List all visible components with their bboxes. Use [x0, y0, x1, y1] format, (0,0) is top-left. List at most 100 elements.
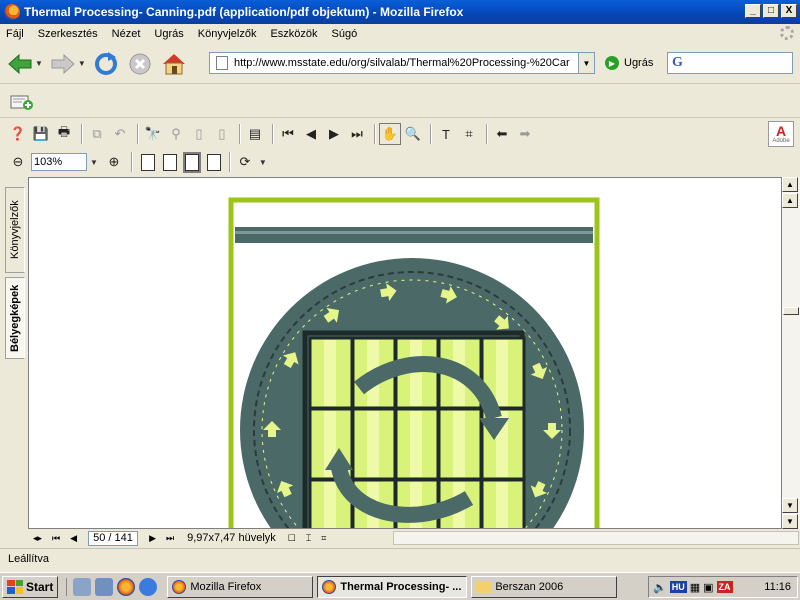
go-icon: ▶ [605, 56, 619, 70]
last-page-icon[interactable]: ⏭ [347, 124, 367, 144]
go-forward-view-icon[interactable]: ➡ [515, 124, 535, 144]
save-icon[interactable]: 💾 [31, 124, 51, 144]
task-thermal-processing[interactable]: Thermal Processing- ... [317, 575, 468, 598]
copy-icon[interactable]: ⧉ [87, 124, 107, 144]
firefox-quicklaunch-icon[interactable] [117, 577, 136, 596]
vertical-scrollbar[interactable]: ▲ ▲ ▼ ▼ [782, 177, 800, 529]
status-prev-page-icon[interactable]: ◀ [70, 533, 77, 544]
monitor-icon[interactable]: ▣ [703, 581, 713, 594]
adobe-a-icon: A [775, 123, 787, 139]
menu-go[interactable]: Ugrás [154, 28, 183, 40]
page-size-label: 9,97x7,47 hüvelyk [187, 532, 276, 544]
start-button[interactable]: Start [2, 575, 59, 598]
continuous-icon[interactable]: ⌶ [306, 533, 311, 544]
reload-button[interactable] [92, 50, 120, 78]
zoom-out-icon[interactable]: ⊖ [8, 152, 28, 172]
status-next-page-icon[interactable]: ▶ [149, 533, 156, 544]
status-bar: Leállítva [0, 548, 800, 568]
horizontal-scrollbar[interactable] [393, 531, 799, 545]
page-number-input[interactable]: 50 / 141 [88, 530, 139, 546]
pdf-toolbar: ❓ 💾 🖶 ⧉ ↶ 🔭 ⚲ ▯ ▯ ▤ ⏮ ◀ ▶ ⏭ ✋ 🔍 T ⌗ ⬅ ➡ … [0, 120, 800, 148]
url-input[interactable] [234, 57, 574, 69]
close-button[interactable]: X [781, 4, 797, 18]
forward-button[interactable] [49, 50, 77, 78]
fit-page-icon[interactable] [162, 153, 177, 171]
text-select-icon[interactable]: T [436, 124, 456, 144]
show-panel-icon[interactable]: ▤ [245, 124, 265, 144]
stop-button[interactable] [126, 50, 154, 78]
single-page-icon[interactable]: ☐ [288, 533, 296, 544]
zoom-tool-icon[interactable]: 🔍 [403, 124, 423, 144]
task-berszan[interactable]: Berszan 2006 [471, 575, 618, 598]
menu-help[interactable]: Súgó [332, 28, 358, 40]
menu-tools[interactable]: Eszközök [270, 28, 317, 40]
reflow-icon[interactable] [206, 153, 221, 171]
zonealarm-icon[interactable]: ZA [716, 581, 733, 593]
url-dropdown-icon[interactable]: ▼ [578, 53, 594, 73]
undo-icon[interactable]: ↶ [110, 124, 130, 144]
next-page-icon[interactable]: ▶ [324, 124, 344, 144]
scroll-page-up-icon[interactable]: ▲ [782, 193, 798, 208]
task-firefox[interactable]: Mozilla Firefox [167, 575, 314, 598]
rotate-dropdown-icon[interactable]: ▼ [259, 158, 267, 167]
page-prev-doc-icon[interactable]: ▯ [189, 124, 209, 144]
tab-bookmarks[interactable]: Könyvjelzők [5, 187, 25, 273]
task-label: Mozilla Firefox [190, 580, 262, 593]
status-last-page-icon[interactable]: ⏭ [166, 533, 174, 544]
scroll-up-icon[interactable]: ▲ [782, 177, 798, 192]
switch-windows-icon[interactable] [95, 577, 114, 596]
panel-toggle-icon[interactable]: ◂▸ [33, 533, 42, 544]
jar-highlight [496, 482, 508, 528]
status-first-page-icon[interactable]: ⏮ [52, 533, 60, 544]
facing-icon[interactable]: ⌗ [321, 533, 326, 544]
home-button[interactable] [160, 50, 188, 78]
scroll-thumb[interactable] [783, 307, 799, 315]
first-page-icon[interactable]: ⏮ [278, 124, 298, 144]
network-icon[interactable]: ▦ [690, 581, 700, 594]
language-indicator[interactable]: HU [669, 581, 687, 593]
ie-quicklaunch-icon[interactable] [139, 577, 158, 596]
menu-edit[interactable]: Szerkesztés [38, 28, 98, 40]
prev-page-icon[interactable]: ◀ [301, 124, 321, 144]
page-next-doc-icon[interactable]: ▯ [212, 124, 232, 144]
back-dropdown-icon[interactable]: ▼ [35, 59, 43, 68]
new-bookmark-icon[interactable] [10, 93, 34, 111]
jar-highlight [367, 411, 379, 477]
menu-file[interactable]: Fájl [6, 28, 24, 40]
menu-bookmarks[interactable]: Könyvjelzők [198, 28, 257, 40]
fit-width-icon[interactable] [182, 151, 201, 173]
minimize-button[interactable]: _ [745, 4, 761, 18]
search-box[interactable]: G [667, 52, 793, 74]
maximize-button[interactable]: □ [763, 4, 779, 18]
adobe-logo[interactable]: A Adobe [768, 121, 794, 147]
show-desktop-icon[interactable] [73, 577, 92, 596]
rotate-icon[interactable]: ⟳ [235, 152, 255, 172]
menu-view[interactable]: Nézet [112, 28, 141, 40]
steam-pipe [235, 227, 593, 243]
volume-icon[interactable]: 🔈 [653, 581, 667, 594]
print-icon[interactable]: 🖶 [54, 124, 74, 144]
firefox-icon [4, 4, 20, 20]
forward-dropdown-icon[interactable]: ▼ [78, 59, 86, 68]
find-icon[interactable]: 🔭 [143, 124, 163, 144]
help-icon[interactable]: ❓ [8, 124, 28, 144]
scroll-down-icon[interactable]: ▼ [782, 498, 798, 513]
snapshot-icon[interactable]: ⌗ [459, 124, 479, 144]
taskbar: Start Mozilla Firefox Thermal Processing… [0, 572, 800, 600]
back-button[interactable] [6, 50, 34, 78]
zoom-in-icon[interactable]: ⊕ [104, 152, 124, 172]
jar-highlight [324, 482, 336, 528]
hand-tool-icon[interactable]: ✋ [379, 123, 401, 145]
zoom-dropdown-icon[interactable]: ▼ [90, 158, 98, 167]
task-label: Berszan 2006 [495, 580, 564, 593]
url-bar[interactable]: ▼ [209, 52, 595, 74]
actual-size-icon[interactable] [140, 153, 155, 171]
search-icon[interactable]: ⚲ [166, 124, 186, 144]
zoom-select[interactable]: 103% [31, 153, 87, 171]
tab-thumbnails[interactable]: Bélyegképek [5, 277, 25, 359]
scroll-page-down-icon[interactable]: ▼ [782, 514, 798, 529]
document-viewport[interactable] [28, 177, 782, 529]
go-back-view-icon[interactable]: ⬅ [492, 124, 512, 144]
page-icon [216, 56, 228, 70]
go-button[interactable]: ▶ Ugrás [605, 56, 653, 70]
